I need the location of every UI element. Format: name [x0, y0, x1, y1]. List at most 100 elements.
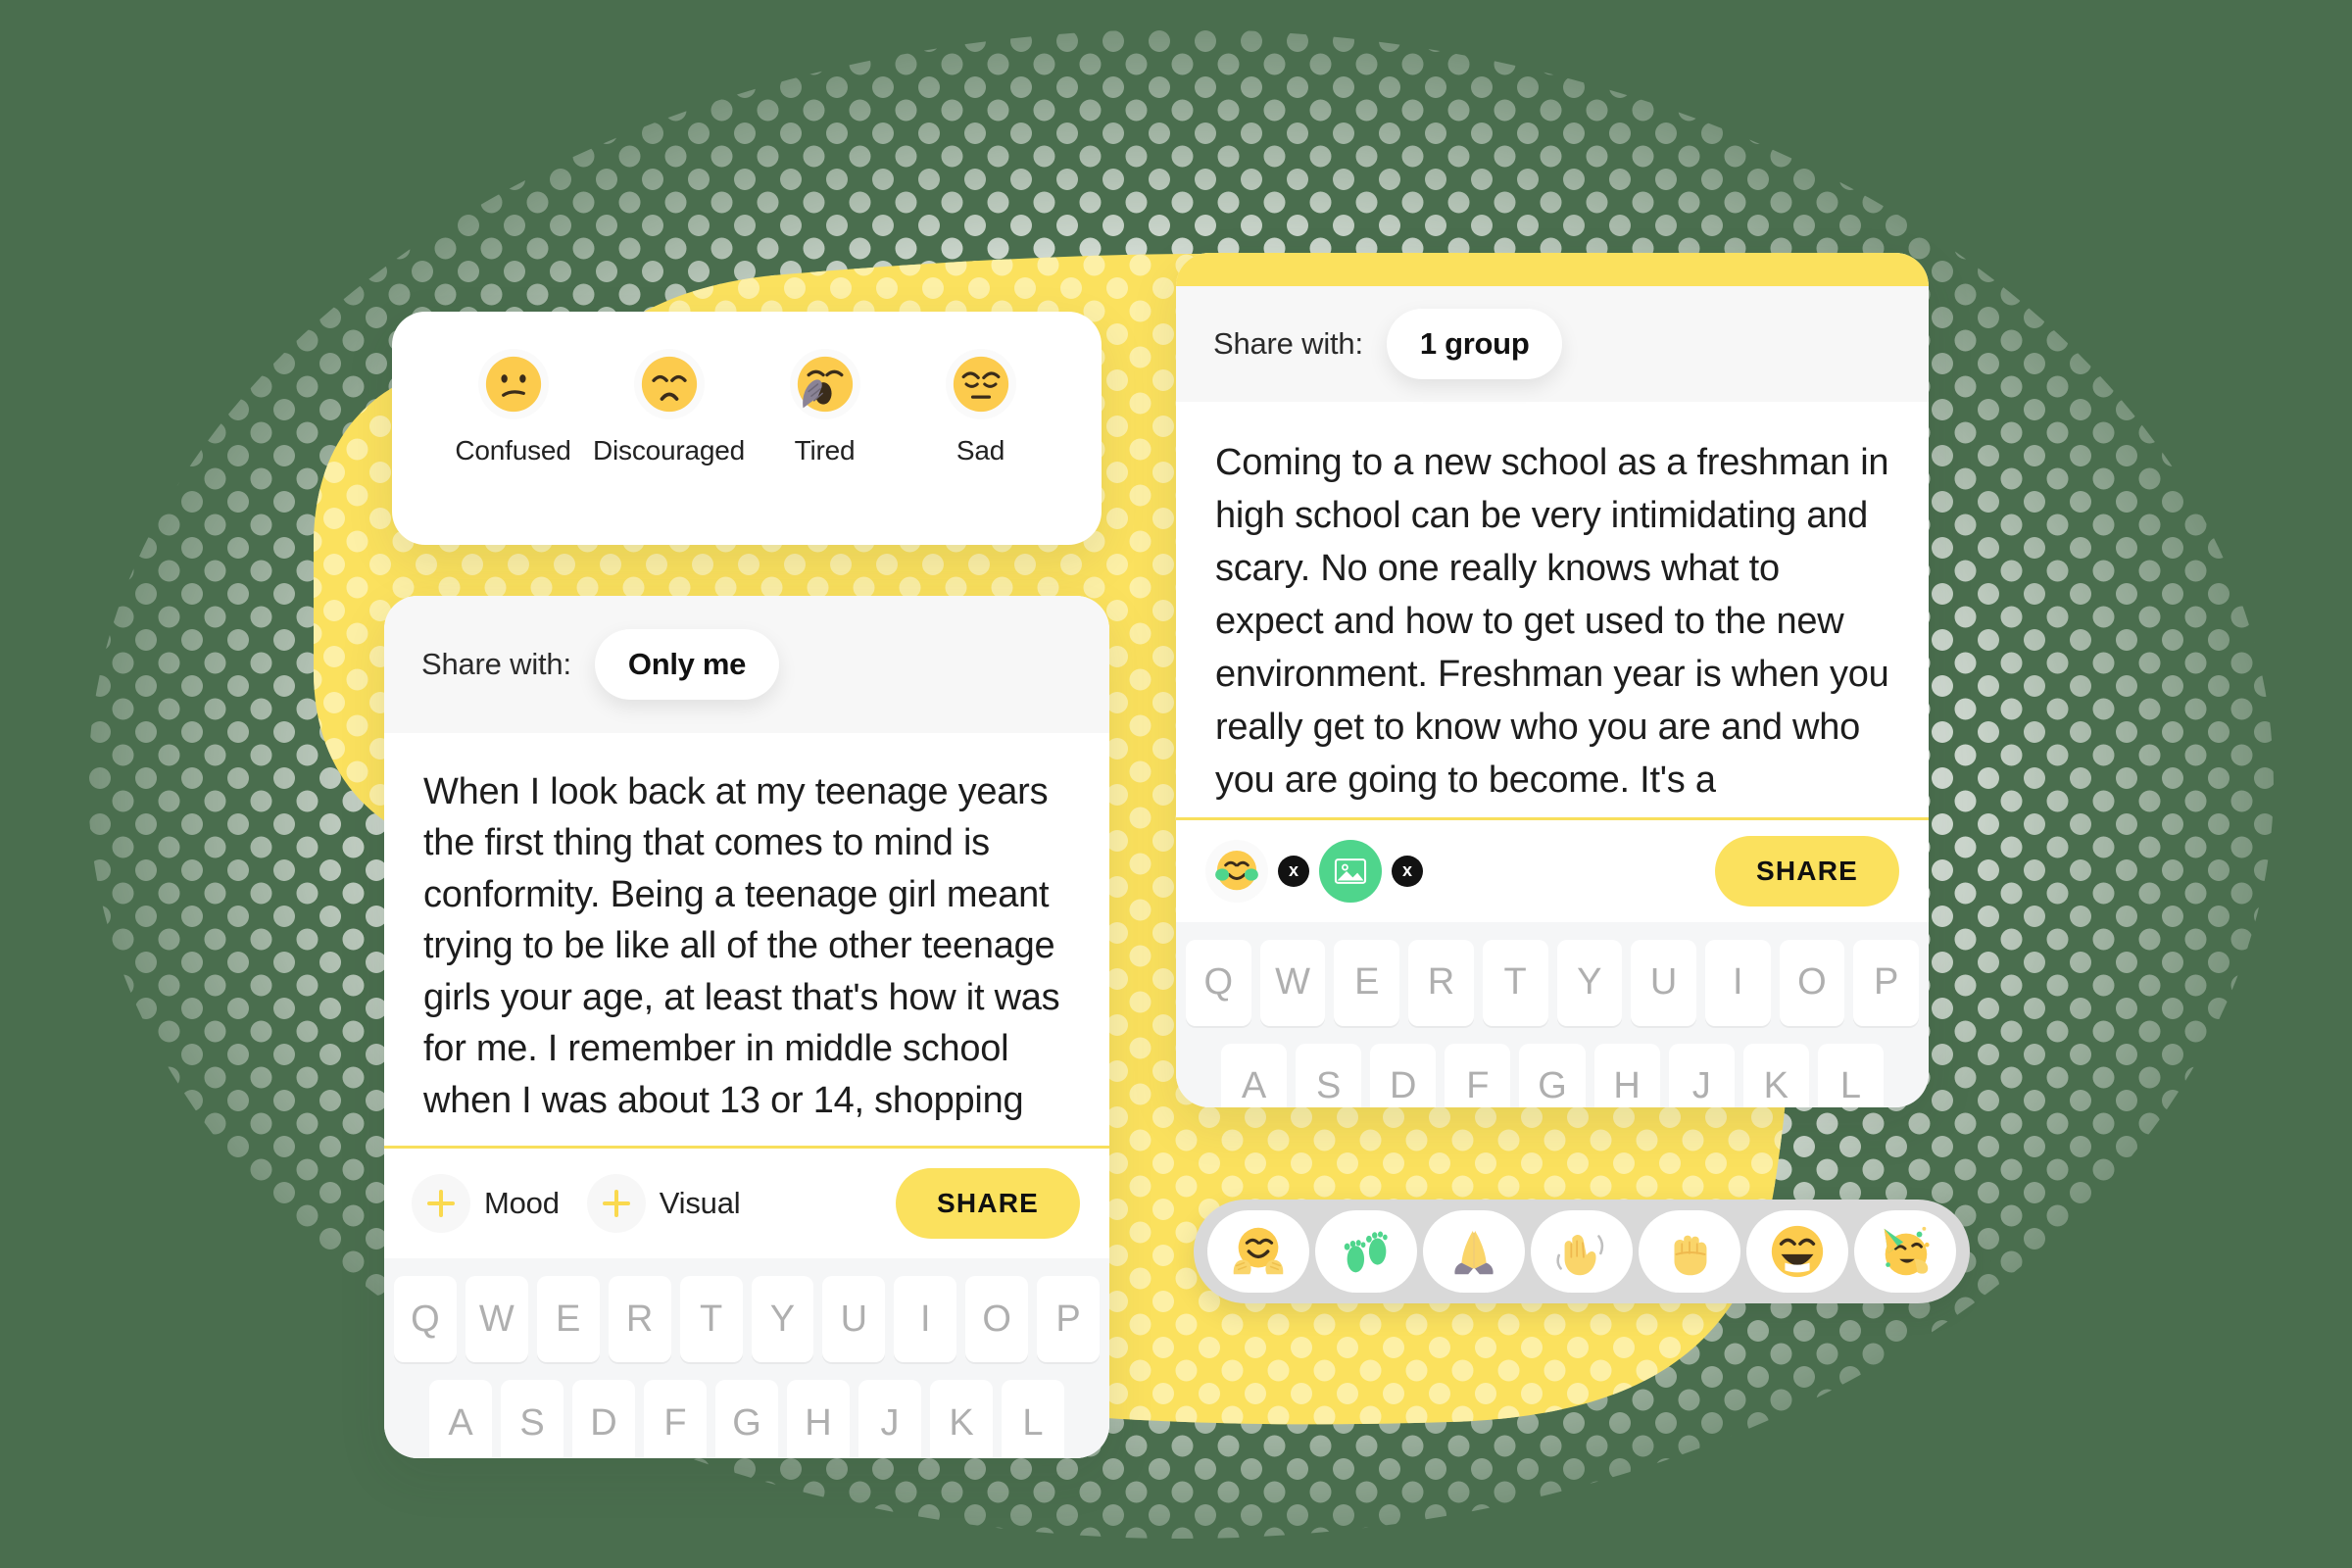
key-p[interactable]: P [1037, 1276, 1101, 1363]
key-f[interactable]: F [1445, 1043, 1511, 1107]
emoji-option-footprints[interactable] [1315, 1210, 1417, 1293]
on-screen-keyboard[interactable]: Q W E R T Y U I O P A S D F G H J K L [384, 1258, 1109, 1458]
key-y[interactable]: Y [751, 1276, 814, 1363]
attachment-chip-mood[interactable]: x [1205, 839, 1309, 903]
attachment-chip-image[interactable]: x [1319, 839, 1423, 903]
keyboard-row-2: A S D F G H J K L [1186, 1043, 1919, 1107]
mood-option-sad[interactable]: Sad [903, 349, 1058, 466]
illustration-canvas: Confused Discouraged Tired Sad Share wit… [0, 0, 2352, 1568]
waving-hand-emoji [1556, 1234, 1604, 1276]
key-w[interactable]: W [1259, 939, 1326, 1026]
mood-option-label: Tired [794, 435, 856, 466]
mood-option-label: Sad [956, 435, 1005, 466]
emoji-option-grinning-squinting-face[interactable] [1746, 1210, 1848, 1293]
key-s[interactable]: S [1296, 1043, 1362, 1107]
on-screen-keyboard[interactable]: Q W E R T Y U I O P A S D F G H J K L [1176, 921, 1929, 1107]
mood-option-label: Confused [455, 435, 571, 466]
remove-attachment-icon[interactable]: x [1392, 855, 1423, 887]
confused-face-emoji [477, 349, 549, 419]
add-visual-button[interactable]: Visual [586, 1174, 741, 1234]
key-l[interactable]: L [1817, 1043, 1884, 1107]
key-j[interactable]: J [858, 1380, 921, 1458]
key-u[interactable]: U [1631, 939, 1696, 1026]
footprints-emoji [1344, 1231, 1388, 1273]
add-mood-button[interactable]: Mood [412, 1174, 560, 1234]
mood-option-label: Discouraged [593, 435, 745, 466]
plus-icon [412, 1174, 470, 1234]
mood-option-confused[interactable]: Confused [435, 349, 591, 466]
hugging-face-emoji [1205, 839, 1268, 903]
key-d[interactable]: D [572, 1380, 635, 1458]
emoji-option-partying-face[interactable] [1854, 1210, 1956, 1293]
key-g[interactable]: G [715, 1380, 778, 1458]
emoji-option-raised-fist[interactable] [1639, 1210, 1740, 1293]
key-g[interactable]: G [1519, 1043, 1586, 1107]
key-i[interactable]: I [894, 1276, 957, 1363]
share-button[interactable]: SHARE [1714, 835, 1899, 906]
folded-hands-emoji [1454, 1230, 1494, 1275]
plus-icon [586, 1174, 646, 1234]
key-r[interactable]: R [608, 1276, 671, 1363]
key-h[interactable]: H [1593, 1043, 1660, 1107]
key-y[interactable]: Y [1556, 939, 1623, 1026]
key-l[interactable]: L [1002, 1380, 1064, 1458]
keyboard-row-1: Q W E R T Y U I O P [393, 1276, 1101, 1363]
add-mood-label: Mood [484, 1186, 560, 1221]
attachments-row: x x SHARE [1176, 819, 1929, 922]
key-o[interactable]: O [1779, 939, 1845, 1026]
share-with-bar: Share with: 1 group [1176, 286, 1929, 402]
key-k[interactable]: K [930, 1380, 993, 1458]
hugging-face-emoji [1233, 1227, 1284, 1275]
key-d[interactable]: D [1370, 1043, 1437, 1107]
key-e[interactable]: E [536, 1276, 600, 1363]
share-audience-selector[interactable]: Only me [594, 629, 780, 700]
key-q[interactable]: Q [1185, 939, 1251, 1026]
mood-option-discouraged[interactable]: Discouraged [591, 349, 747, 466]
compose-card-right: Share with: 1 group Coming to a new scho… [1176, 253, 1929, 1107]
key-q[interactable]: Q [393, 1276, 457, 1363]
remove-attachment-icon[interactable]: x [1278, 855, 1309, 887]
raised-fist-emoji [1674, 1235, 1707, 1276]
add-visual-label: Visual [659, 1186, 741, 1221]
key-o[interactable]: O [965, 1276, 1029, 1363]
key-f[interactable]: F [644, 1380, 707, 1458]
keyboard-row-2: A S D F G H J K L [394, 1380, 1100, 1458]
key-t[interactable]: T [1482, 939, 1548, 1026]
yawning-face-emoji [789, 349, 860, 419]
key-p[interactable]: P [1853, 939, 1920, 1026]
key-h[interactable]: H [787, 1380, 850, 1458]
emoji-option-hugging-face[interactable] [1207, 1210, 1309, 1293]
share-audience-selector[interactable]: 1 group [1386, 309, 1563, 379]
key-u[interactable]: U [822, 1276, 886, 1363]
key-w[interactable]: W [465, 1276, 528, 1363]
mood-list: Confused Discouraged Tired Sad [392, 312, 1102, 466]
photo-icon [1319, 839, 1382, 903]
pensive-face-emoji [945, 349, 1016, 419]
emoji-option-folded-hands[interactable] [1423, 1210, 1525, 1293]
share-button[interactable]: SHARE [895, 1168, 1080, 1240]
share-with-label: Share with: [421, 647, 571, 681]
grinning-squinting-face-emoji [1771, 1225, 1824, 1278]
key-r[interactable]: R [1408, 939, 1474, 1026]
partying-face-emoji [1884, 1226, 1930, 1276]
keyboard-row-1: Q W E R T Y U I O P [1185, 939, 1920, 1026]
compose-body-text[interactable]: Coming to a new school as a freshman in … [1176, 402, 1929, 817]
share-with-bar: Share with: Only me [384, 596, 1109, 733]
share-with-label: Share with: [1213, 326, 1363, 361]
key-a[interactable]: A [1221, 1043, 1288, 1107]
mood-option-tired[interactable]: Tired [747, 349, 903, 466]
card-top-accent-band [1176, 253, 1929, 286]
mood-picker-card: Confused Discouraged Tired Sad [392, 312, 1102, 545]
emoji-picker-bar [1194, 1200, 1970, 1303]
key-s[interactable]: S [501, 1380, 564, 1458]
key-j[interactable]: J [1668, 1043, 1735, 1107]
key-a[interactable]: A [429, 1380, 492, 1458]
key-t[interactable]: T [679, 1276, 743, 1363]
emoji-option-waving-hand[interactable] [1531, 1210, 1633, 1293]
key-i[interactable]: I [1704, 939, 1771, 1026]
compose-body-text[interactable]: When I look back at my teenage years the… [384, 733, 1109, 1136]
key-k[interactable]: K [1742, 1043, 1809, 1107]
frowning-face-emoji [633, 349, 705, 419]
compose-toolbar: Mood Visual SHARE [384, 1149, 1109, 1259]
key-e[interactable]: E [1334, 939, 1400, 1026]
